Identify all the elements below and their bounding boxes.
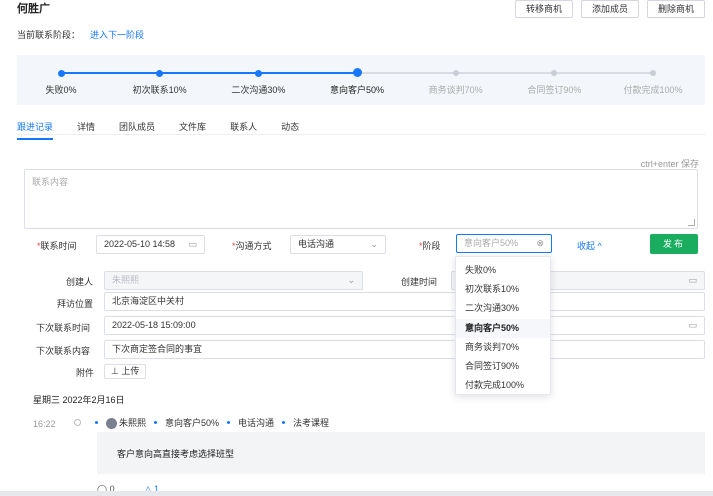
calendar-icon: ▭ [688, 275, 697, 285]
chevron-up-icon: ^ [597, 241, 602, 251]
next-time-label: 下次联系时间 [36, 323, 91, 333]
stage-option[interactable]: 二次沟通30% [456, 299, 550, 318]
contact-content-placeholder: 联系内容 [32, 177, 69, 187]
add-member-button[interactable]: 添加成员 [580, 0, 639, 18]
current-stage-label: 当前联系阶段： [17, 30, 81, 40]
method-label: *沟通方式 [232, 241, 272, 251]
progress-step-dot[interactable] [57, 70, 65, 77]
calendar-icon: ▭ [688, 320, 697, 330]
timeline-user: 朱熙熙 [106, 416, 146, 430]
stage-option[interactable]: 商务谈判70% [456, 338, 550, 357]
next-time-input[interactable]: 2022-05-18 15:09:00 ▭ [104, 316, 705, 335]
stage-option[interactable]: 失败0% [456, 261, 550, 280]
progress-step-label: 合同签订90% [527, 85, 582, 95]
clear-icon[interactable]: ⊗ [536, 235, 544, 252]
contact-time-input[interactable]: 2022-05-10 14:58 ▭ [96, 235, 205, 254]
progress-step-dot[interactable] [352, 68, 362, 77]
timeline-meta: 朱熙熙 意向客户50% 电话沟通 法考课程 [95, 416, 330, 430]
progress-step-label: 付款完成100% [623, 85, 683, 95]
timeline-stage: 意向客户50% [165, 418, 220, 429]
bottom-scroll-edge [0, 491, 713, 496]
calendar-icon: ▭ [188, 239, 197, 249]
tab-files[interactable]: 文件库 [179, 120, 206, 133]
attachment-label: 附件 [76, 368, 95, 378]
contact-time-label: *联系时间 [37, 241, 77, 251]
timeline-node-icon [74, 419, 81, 426]
current-stage-row: 当前联系阶段： 进入下一阶段 [17, 28, 144, 41]
stage-select[interactable]: 意向客户50% ⊗ [456, 234, 552, 253]
page-title: 何胜广 [17, 3, 50, 15]
publish-button[interactable]: 发布 [650, 234, 698, 254]
chevron-down-icon: ⌄ [370, 239, 378, 249]
progress-step-label: 初次联系10% [132, 85, 187, 95]
tabs-divider [17, 134, 705, 135]
avatar [106, 418, 117, 430]
upload-icon: ⊥ [111, 366, 119, 376]
progress-fill [61, 72, 357, 74]
delete-opportunity-button[interactable]: 删除商机 [646, 0, 705, 18]
bullet-icon [95, 421, 98, 425]
progress-step-dot[interactable] [156, 70, 164, 77]
stage-option[interactable]: 初次联系10% [456, 280, 550, 299]
tab-activity[interactable]: 动态 [281, 120, 299, 133]
visit-location-label: 拜访位置 [57, 299, 94, 309]
timeline-content: 客户意向高直接考虑选择班型 [97, 432, 705, 474]
collapse-link[interactable]: 收起 ^ [577, 239, 602, 252]
stage-label: *阶段 [419, 241, 441, 251]
progress-step-label: 二次沟通30% [231, 85, 286, 95]
transfer-opportunity-button[interactable]: 转移商机 [514, 0, 573, 18]
progress-step-label: 商务谈判70% [428, 85, 483, 95]
bullet-icon [282, 421, 286, 425]
stage-option[interactable]: 合同签订90% [456, 357, 550, 376]
progress-step-dot[interactable] [551, 70, 558, 76]
created-time-label: 创建时间 [401, 277, 438, 287]
next-content-input[interactable]: 下次商定签合同的事宜 [104, 340, 705, 359]
chevron-down-icon: ⌄ [347, 275, 355, 285]
creator-label: 创建人 [66, 277, 94, 287]
visit-location-input[interactable]: 北京海淀区中关村 [104, 292, 705, 311]
tab-bar: 跟进记录 详情 团队成员 文件库 联系人 动态 [17, 120, 299, 140]
bullet-icon [227, 421, 231, 425]
timeline-date: 星期三 2022年2月16日 [33, 395, 125, 405]
resize-handle-icon[interactable] [688, 219, 695, 226]
timeline-time: 16:22 [33, 419, 56, 429]
tab-contacts[interactable]: 联系人 [230, 120, 257, 133]
stage-dropdown: 失败0% 初次联系10% 二次沟通30% 意向客户50% 商务谈判70% 合同签… [455, 256, 551, 395]
progress-step-dot[interactable] [254, 70, 262, 77]
header-actions: 转移商机 添加成员 删除商机 [514, 0, 705, 18]
progress-step-label: 失败0% [45, 85, 77, 95]
progress-step-dot[interactable] [650, 70, 656, 76]
contact-content-textarea[interactable]: 联系内容 [24, 169, 698, 229]
bullet-icon [154, 421, 158, 425]
progress-step-label: 意向客户50% [329, 85, 385, 95]
next-content-label: 下次联系内容 [36, 346, 91, 356]
stage-option[interactable]: 付款完成100% [456, 376, 550, 395]
upload-button[interactable]: ⊥ 上传 [104, 364, 147, 379]
tab-details[interactable]: 详情 [77, 120, 95, 133]
next-stage-link[interactable]: 进入下一阶段 [90, 30, 144, 40]
creator-select: 朱熙熙 ⌄ [104, 271, 363, 290]
timeline-course: 法考课程 [293, 418, 330, 429]
tab-team-members[interactable]: 团队成员 [119, 120, 155, 133]
stage-option-selected[interactable]: 意向客户50% [456, 318, 550, 338]
method-select[interactable]: 电话沟通 ⌄ [290, 235, 386, 254]
timeline-method: 电话沟通 [238, 418, 275, 429]
progress-step-dot[interactable] [452, 70, 459, 76]
tab-follow-up[interactable]: 跟进记录 [17, 120, 54, 140]
stage-progress: 失败0% 初次联系10% 二次沟通30% 意向客户50% 商务谈判70% 合同签订90% 付… [17, 55, 705, 105]
